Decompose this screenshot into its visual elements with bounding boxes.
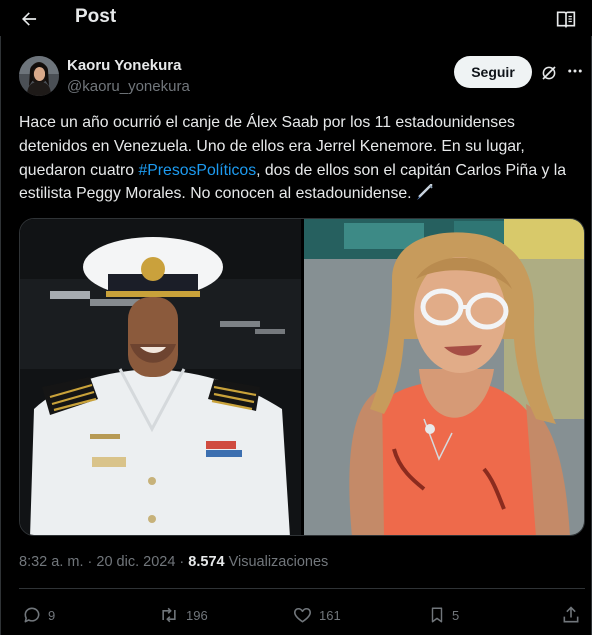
bookmark-button[interactable]: 5 (428, 600, 459, 630)
photo-stylist[interactable] (303, 219, 584, 535)
more-options-button[interactable] (564, 60, 586, 82)
photo-captain[interactable] (20, 219, 301, 535)
meta-separator: · (175, 554, 189, 570)
tweet-meta: 8:32 a. m. · 20 dic. 2024 · 8.574 Visual… (19, 554, 328, 570)
views-count: 8.574 (188, 554, 225, 570)
repost-button[interactable]: 196 (158, 600, 208, 630)
divider (19, 588, 585, 589)
share-button[interactable] (561, 600, 581, 630)
avatar[interactable] (19, 56, 59, 96)
bookmark-icon (431, 607, 443, 623)
bookmark-count: 5 (452, 607, 460, 623)
author-display-name[interactable]: Kaoru Yonekura (67, 57, 181, 74)
tweet-text: Hace un año ocurrió el canje de Álex Saa… (19, 111, 579, 206)
share-icon (563, 606, 579, 623)
reader-mode-icon (556, 11, 576, 29)
column-border-left (0, 36, 1, 635)
reply-icon (24, 607, 40, 623)
reader-mode-button[interactable] (554, 7, 578, 31)
repost-count: 196 (186, 607, 208, 623)
arrow-left-icon (22, 12, 37, 26)
grok-icon (542, 66, 556, 80)
top-bar: Post (0, 0, 592, 36)
back-button[interactable] (16, 6, 42, 32)
media-grid (19, 218, 585, 536)
grok-button[interactable] (538, 62, 560, 84)
follow-button[interactable]: Seguir (454, 56, 532, 88)
heart-icon (294, 607, 311, 623)
hashtag-link[interactable]: #PresosPolíticos (138, 162, 256, 179)
like-count: 161 (319, 607, 341, 623)
views-label: Visualizaciones (228, 554, 329, 570)
reply-count: 9 (48, 607, 56, 623)
timestamp-date[interactable]: 20 dic. 2024 (96, 554, 175, 570)
like-button[interactable]: 161 (292, 600, 341, 630)
more-dots-icon (568, 69, 582, 73)
repost-icon (162, 607, 176, 623)
author-handle[interactable]: @kaoru_yonekura (67, 78, 190, 95)
meta-separator: · (83, 554, 97, 570)
reply-button[interactable]: 9 (22, 600, 55, 630)
action-bar: 9 196 161 5 (0, 600, 592, 630)
pen-nib-emoji-icon (415, 184, 434, 201)
page-title: Post (75, 6, 117, 27)
timestamp-time[interactable]: 8:32 a. m. (19, 554, 83, 570)
